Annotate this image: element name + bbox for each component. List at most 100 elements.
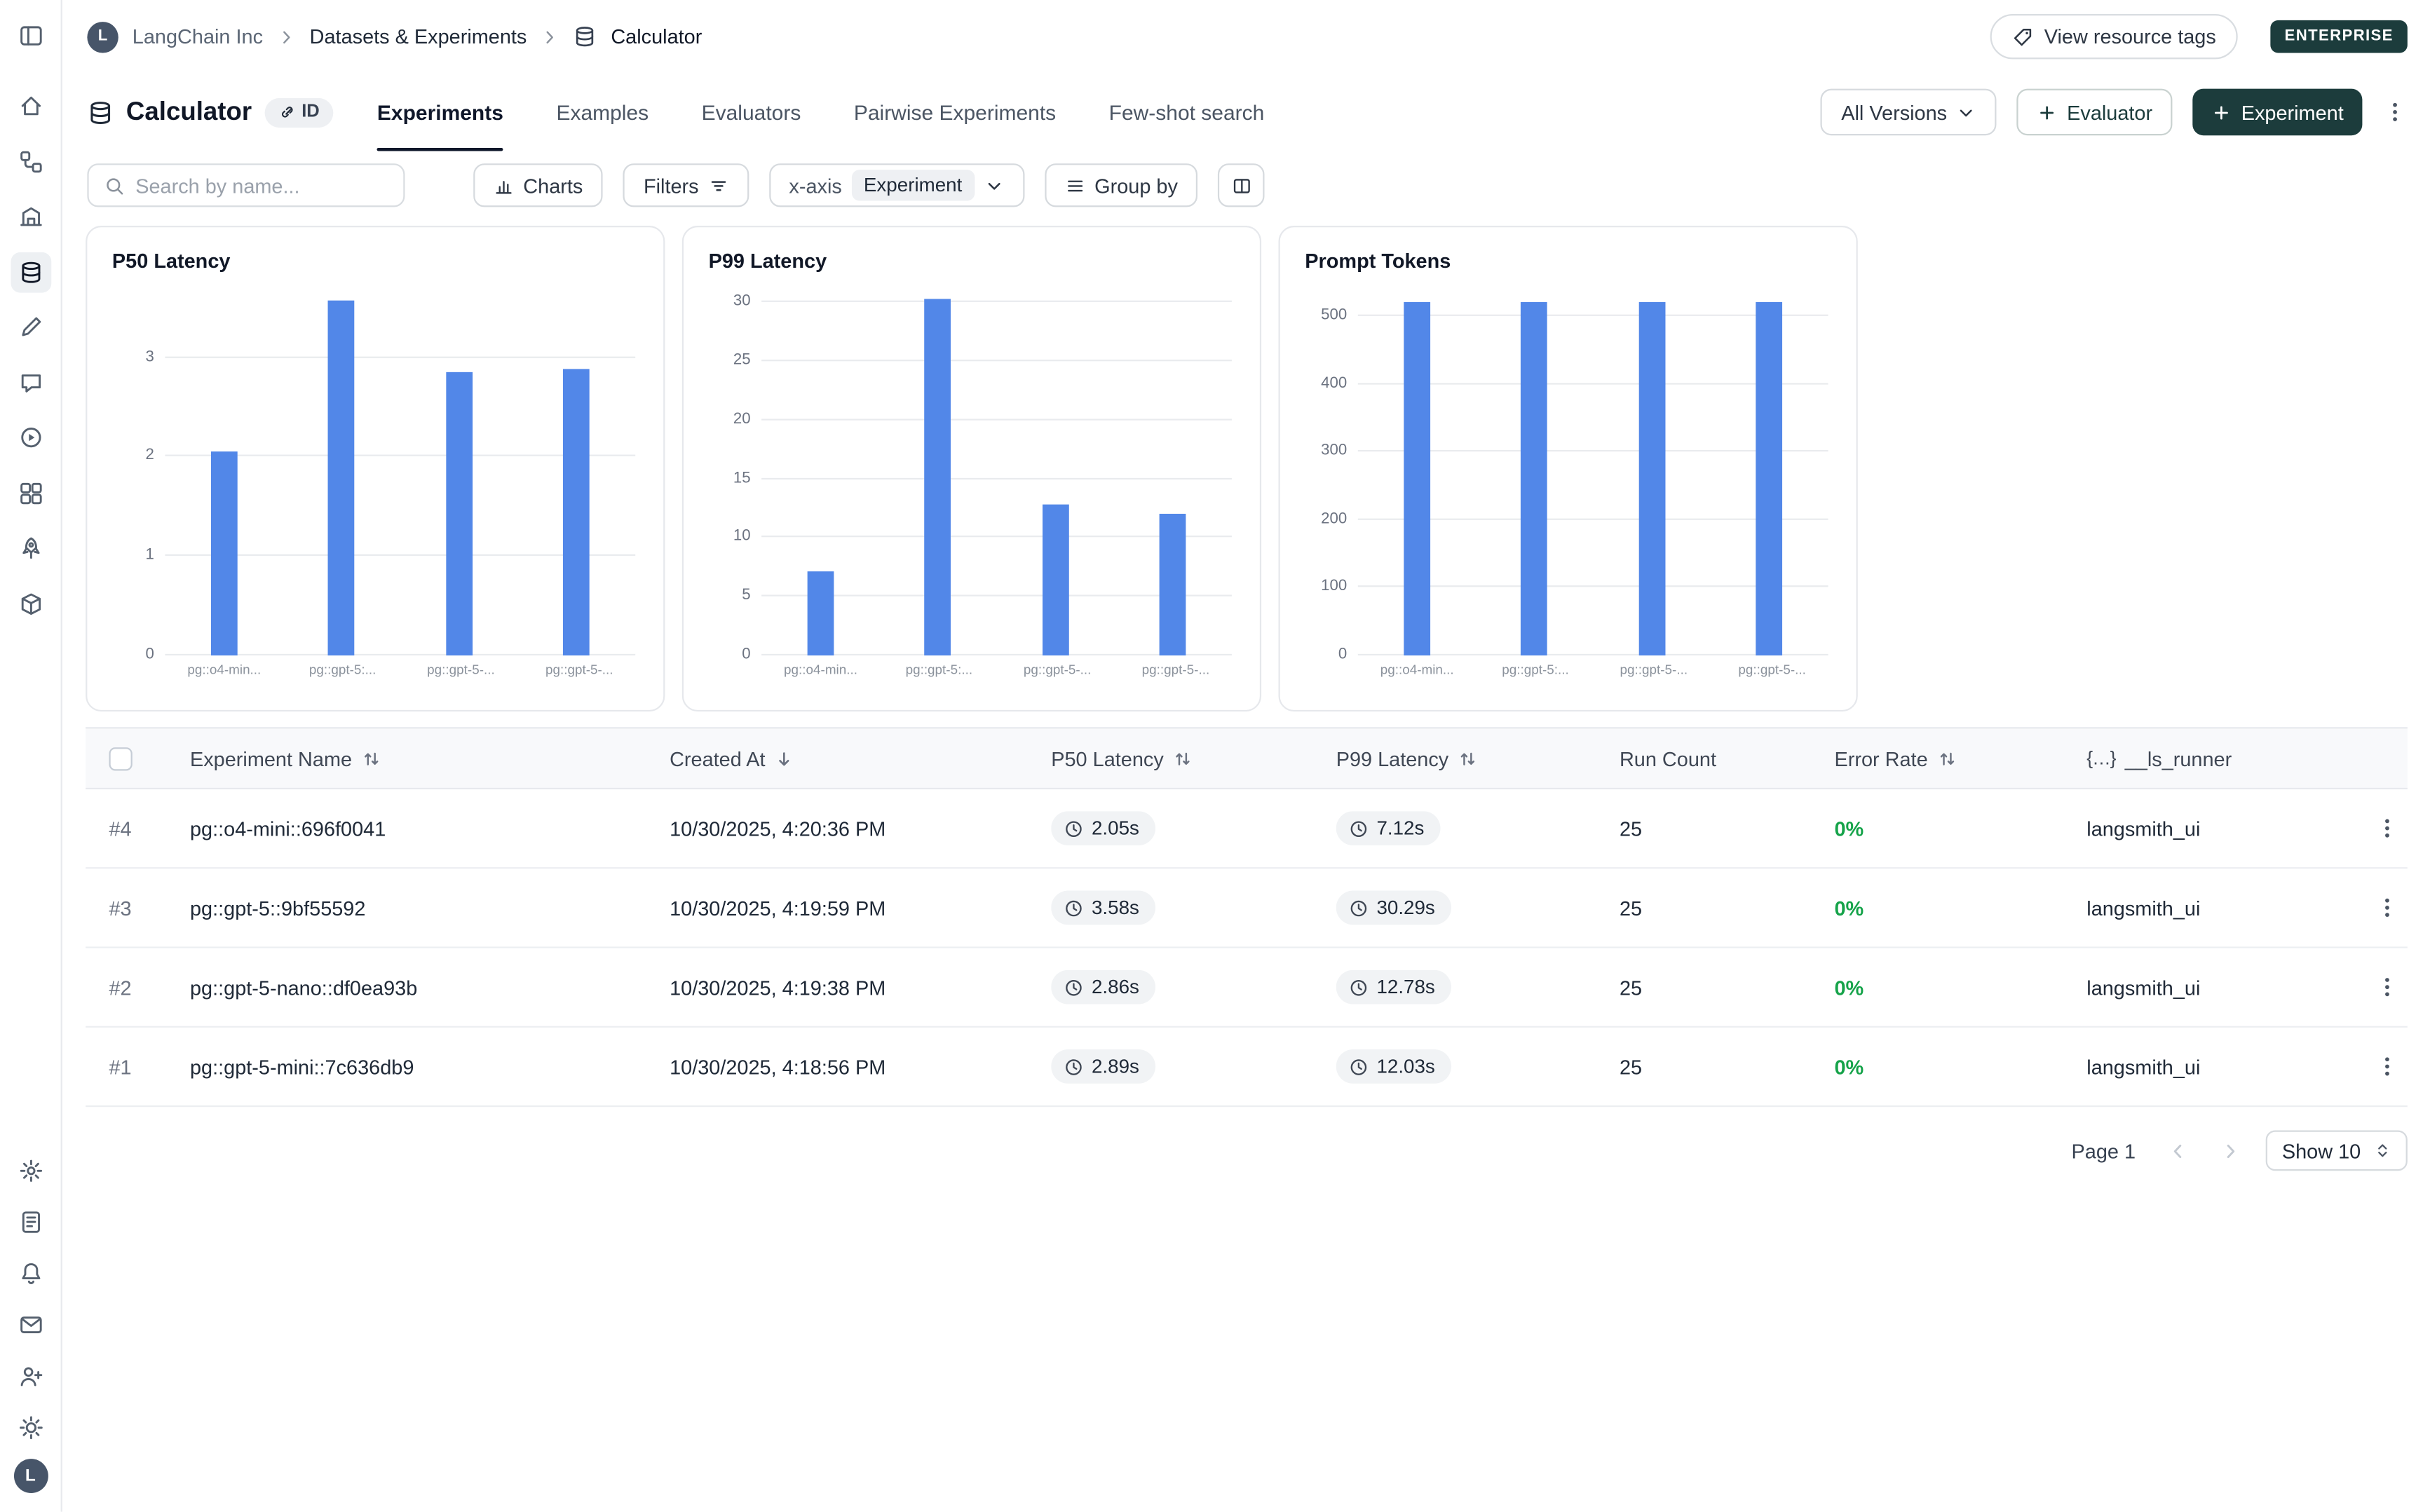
clock-icon (1064, 977, 1084, 997)
organization-icon[interactable] (10, 196, 50, 237)
x-axis-tick-label: pg::gpt-5:... (283, 662, 402, 677)
tab-few-shot-search[interactable]: Few-shot search (1109, 73, 1265, 151)
tab-examples[interactable]: Examples (556, 73, 649, 151)
column-label: __ls_runner (2125, 747, 2232, 770)
group-by-button[interactable]: Group by (1045, 163, 1198, 207)
notifications-bell-icon[interactable] (10, 1253, 50, 1294)
tag-icon (2011, 26, 2033, 48)
breadcrumb-current[interactable]: Calculator (611, 25, 702, 48)
user-avatar[interactable]: L (13, 1459, 48, 1493)
sort-icon[interactable] (361, 748, 381, 768)
search-input[interactable] (135, 174, 388, 197)
settings-gear-icon[interactable] (10, 1150, 50, 1191)
y-axis-tick-label: 200 (1321, 510, 1347, 527)
page-menu-button[interactable] (2382, 100, 2408, 125)
row-menu-button[interactable] (2375, 974, 2400, 1000)
latency-value: 2.89s (1092, 1056, 1139, 1077)
invite-members-icon[interactable] (10, 1356, 50, 1397)
mail-icon[interactable] (10, 1305, 50, 1345)
row-menu-button[interactable] (2375, 816, 2400, 841)
xaxis-label: x-axis (789, 174, 841, 197)
column-header-error-rate[interactable]: Error Rate (1834, 747, 2086, 770)
experiment-row[interactable]: #2pg::gpt-5-nano::df0ea93b10/30/2025, 4:… (86, 948, 2408, 1028)
add-experiment-button[interactable]: Experiment (2193, 89, 2363, 136)
breadcrumb-org[interactable]: LangChain Inc (133, 25, 263, 48)
tab-experiments[interactable]: Experiments (377, 73, 503, 151)
add-evaluator-button[interactable]: Evaluator (2017, 89, 2173, 136)
tracing-projects-icon[interactable] (10, 141, 50, 182)
breadcrumb-section[interactable]: Datasets & Experiments (310, 25, 527, 48)
tab-pairwise-experiments[interactable]: Pairwise Experiments (854, 73, 1056, 151)
tab-bar: Experiments Examples Evaluators Pairwise Ex… (377, 73, 1264, 151)
theme-sun-icon[interactable] (10, 1408, 50, 1448)
row-menu-button[interactable] (2375, 895, 2400, 920)
column-header-p50-latency[interactable]: P50 Latency (1051, 747, 1336, 770)
tab-evaluators[interactable]: Evaluators (702, 73, 801, 151)
chart-bar-slot (165, 288, 283, 655)
docs-icon[interactable] (10, 1202, 50, 1243)
xaxis-dropdown[interactable]: x-axis Experiment (769, 163, 1025, 207)
chart-bar[interactable] (925, 299, 951, 655)
datasets-icon[interactable] (10, 252, 50, 292)
chart-bar-slot (518, 288, 636, 655)
latency-value: 12.03s (1376, 1056, 1434, 1077)
annotation-queues-icon[interactable] (10, 307, 50, 348)
column-header-created-at[interactable]: Created At (670, 747, 1051, 770)
page-size-select[interactable]: Show 10 (2267, 1131, 2408, 1171)
copy-id-chip[interactable]: ID (264, 97, 334, 127)
prev-page-button[interactable] (2161, 1133, 2195, 1168)
p50-latency-cell: 2.05s (1051, 811, 1336, 845)
hub-icon[interactable] (10, 583, 50, 624)
column-label: P99 Latency (1336, 747, 1449, 770)
chart-bar[interactable] (1756, 301, 1783, 655)
next-page-button[interactable] (2213, 1133, 2248, 1168)
deployments-icon[interactable] (10, 528, 50, 568)
y-axis-tick-label: 5 (742, 587, 750, 604)
chart-plot: 051015202530 (761, 288, 1232, 655)
select-all-checkbox[interactable] (109, 747, 132, 770)
experiment-row[interactable]: #3pg::gpt-5::9bf5559210/30/2025, 4:19:59… (86, 869, 2408, 948)
charts-toggle-button[interactable]: Charts (473, 163, 603, 207)
dashboards-icon[interactable] (10, 472, 50, 513)
versions-dropdown[interactable]: All Versions (1821, 89, 1997, 136)
run-count: 25 (1620, 896, 1835, 919)
chart-bar[interactable] (1521, 301, 1547, 655)
sort-icon[interactable] (1937, 748, 1957, 768)
collapse-sidebar-icon[interactable] (10, 15, 50, 56)
chart-bar-slot (1358, 288, 1476, 655)
prompts-icon[interactable] (10, 362, 50, 402)
chart-card-prompt-tokens: Prompt Tokens0100200300400500pg::o4-min.… (1279, 226, 1858, 711)
sort-desc-icon[interactable] (775, 748, 795, 768)
chart-bar[interactable] (1160, 514, 1186, 655)
chart-bar[interactable] (807, 571, 834, 655)
main-content: L LangChain Inc Datasets & Experiments C… (62, 0, 2423, 1512)
chart-bar[interactable] (563, 369, 590, 655)
plan-badge: ENTERPRISE (2271, 20, 2408, 53)
view-resource-tags-button[interactable]: View resource tags (1990, 14, 2238, 59)
org-avatar[interactable]: L (87, 21, 118, 52)
filters-button[interactable]: Filters (623, 163, 749, 207)
chart-bar[interactable] (446, 372, 473, 655)
x-axis-tick-label: pg::o4-min... (1358, 662, 1477, 677)
chart-bar[interactable] (210, 452, 237, 655)
x-axis-tick-label: pg::o4-min... (165, 662, 283, 677)
chart-bar[interactable] (1042, 505, 1068, 655)
sort-icon[interactable] (1458, 748, 1479, 768)
column-header-experiment-name[interactable]: Experiment Name (190, 747, 670, 770)
playground-icon[interactable] (10, 417, 50, 458)
chart-bar[interactable] (1638, 301, 1665, 655)
rows-icon (1065, 175, 1085, 196)
chart-bar[interactable] (1404, 302, 1430, 655)
row-menu-button[interactable] (2375, 1054, 2400, 1079)
column-header-ls-runner[interactable]: {…}__ls_runner (2086, 747, 2367, 770)
chart-bar-slot (997, 288, 1115, 655)
column-header-p99-latency[interactable]: P99 Latency (1336, 747, 1620, 770)
latency-chip: 2.89s (1051, 1049, 1155, 1084)
home-icon[interactable] (10, 86, 50, 126)
columns-button[interactable] (1219, 163, 1265, 207)
experiment-row[interactable]: #1pg::gpt-5-mini::7c636db910/30/2025, 4:… (86, 1028, 2408, 1107)
sort-icon[interactable] (1173, 748, 1193, 768)
experiment-row[interactable]: #4pg::o4-mini::696f004110/30/2025, 4:20:… (86, 789, 2408, 869)
column-header-run-count[interactable]: Run Count (1620, 747, 1835, 770)
chart-bar[interactable] (328, 300, 355, 655)
